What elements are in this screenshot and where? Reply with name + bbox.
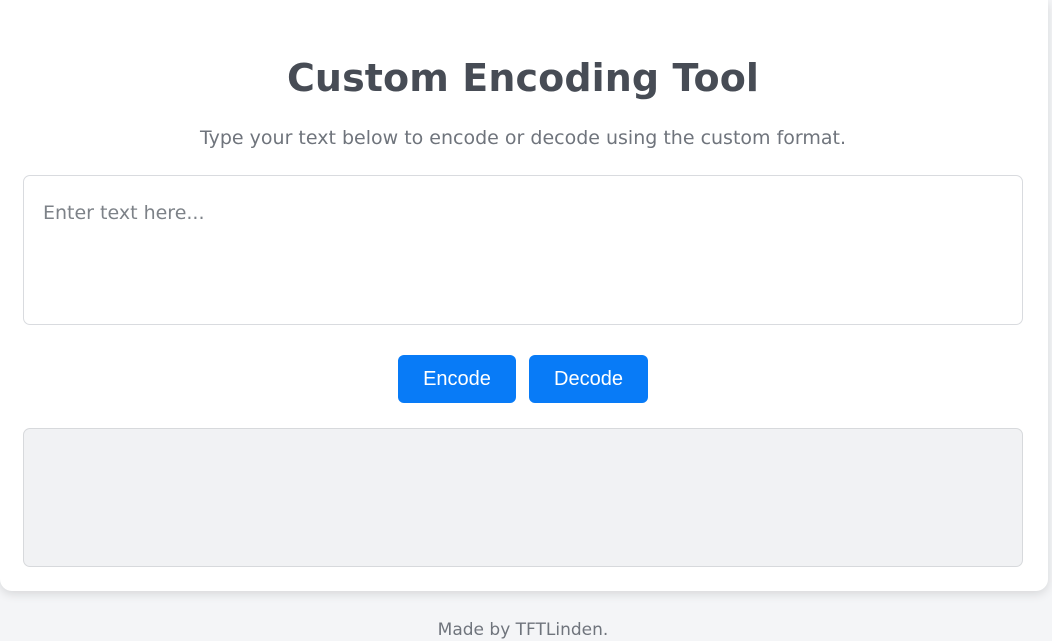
encoding-card: Custom Encoding Tool Type your text belo… xyxy=(0,0,1048,591)
page: Custom Encoding Tool Type your text belo… xyxy=(0,0,1052,641)
action-buttons: Encode Decode xyxy=(0,355,1046,403)
page-subtitle: Type your text below to encode or decode… xyxy=(199,127,847,149)
encode-button[interactable]: Encode xyxy=(398,355,516,403)
text-input[interactable] xyxy=(23,175,1023,325)
decode-button[interactable]: Decode xyxy=(529,355,648,403)
output-area xyxy=(23,428,1023,567)
footer-credit: Made by TFTLinden. xyxy=(437,620,609,640)
page-title: Custom Encoding Tool xyxy=(286,56,760,100)
